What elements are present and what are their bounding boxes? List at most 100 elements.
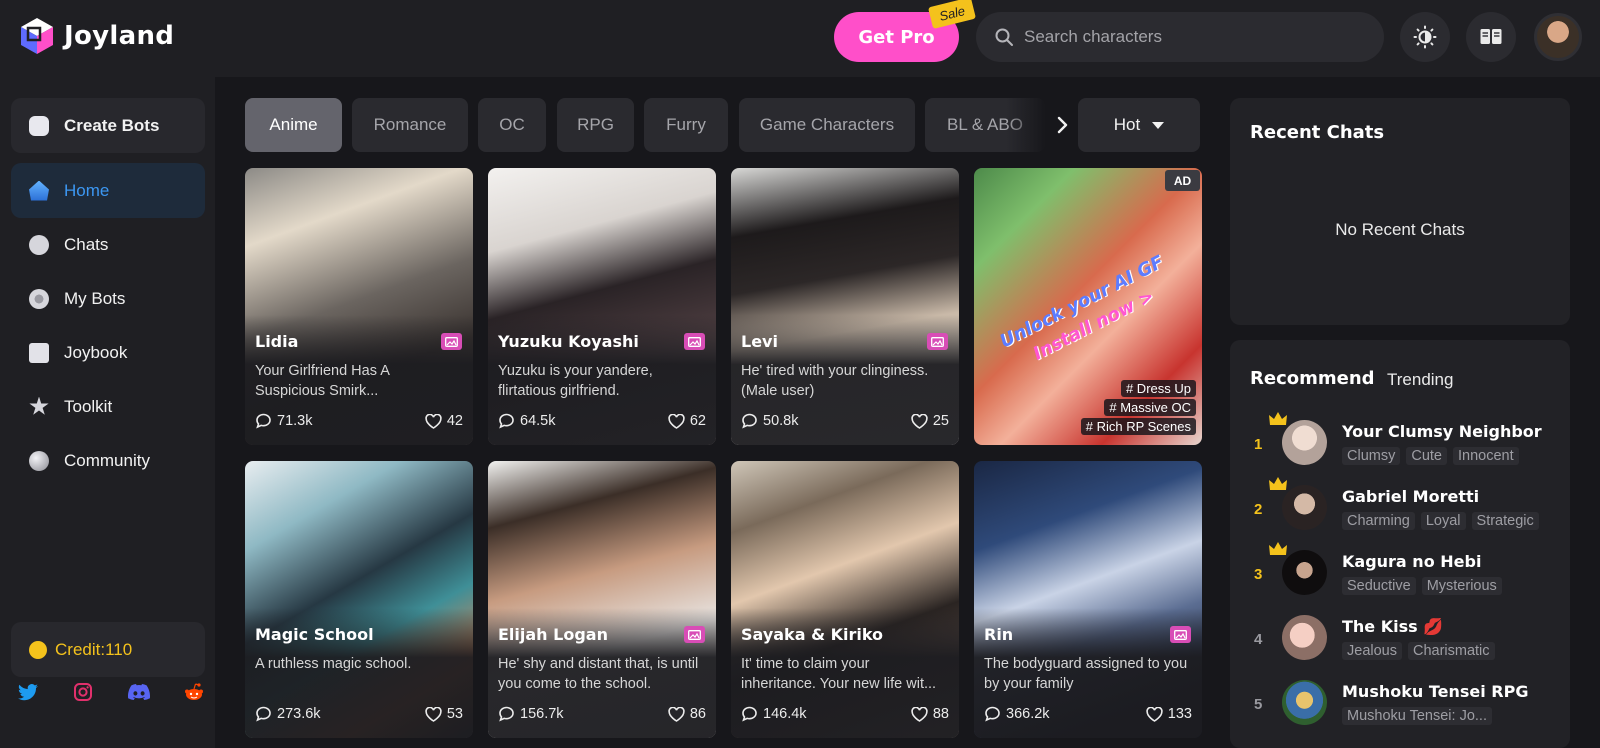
heart-icon [668,706,685,722]
recommend-item[interactable]: 5 Mushoku Tensei RPG Mushoku Tensei: Jo.… [1250,674,1560,732]
social-links [16,680,206,704]
tab-recommend[interactable]: Recommend [1250,368,1375,389]
tab-oc[interactable]: OC [478,98,546,152]
chat-count: 273.6k [255,706,321,722]
sidebar-item-chats[interactable]: Chats [11,217,205,272]
instagram-icon[interactable] [71,680,95,704]
sidebar-item-my-bots[interactable]: My Bots [11,271,205,326]
rank-number: 2 [1254,501,1263,518]
tab-romance[interactable]: Romance [352,98,468,152]
avatar [1282,615,1327,660]
chat-count-value: 64.5k [520,413,556,429]
character-card[interactable]: Rin The bodyguard assigned to you by you… [974,461,1202,738]
user-avatar[interactable] [1534,13,1582,61]
sort-dropdown[interactable]: Hot [1078,98,1200,152]
ad-promo-text: Unlock your AI GF Install now > [975,239,1202,389]
recommend-name: Gabriel Moretti [1342,487,1480,506]
rank-number: 5 [1254,696,1263,713]
tabs-next-button[interactable] [1050,110,1074,140]
create-bots-label: Create Bots [64,115,160,135]
tab-game-characters[interactable]: Game Characters [739,98,915,152]
crown-icon [1269,542,1287,555]
sidebar-item-home[interactable]: Home [11,163,205,218]
tag-list: Jealous Charismatic [1342,642,1495,660]
tag: Charismatic [1407,642,1495,660]
tag: Clumsy [1342,447,1401,465]
credit-label: Credit:110 [55,639,133,659]
chat-count: 50.8k [741,413,798,429]
sidebar-item-joybook[interactable]: Joybook [11,325,205,380]
card-stats: 71.3k 42 [255,412,463,430]
create-bots-button[interactable]: Create Bots [11,98,205,153]
character-card[interactable]: Magic School A ruthless magic school. 27… [245,461,473,738]
tag: Cute [1406,447,1447,465]
character-card[interactable]: Yuzuku Koyashi Yuzuku is your yandere, f… [488,168,716,445]
reddit-icon[interactable] [182,680,206,704]
like-count[interactable]: 133 [1146,706,1192,722]
character-card[interactable]: Lidia Your Girlfriend Has A Suspicious S… [245,168,473,445]
theme-toggle-button[interactable] [1400,12,1450,62]
discord-icon[interactable] [127,680,151,704]
chat-bubble-icon [256,413,271,429]
tag: Seductive [1342,577,1416,595]
like-count[interactable]: 86 [668,706,706,722]
bot-icon [29,288,49,309]
card-stats: 64.5k 62 [498,412,706,430]
tag: Mushoku Tensei: Jo... [1342,707,1492,725]
credit-balance[interactable]: Credit:110 [11,622,205,677]
heart-icon [425,706,442,722]
recommend-name: Kagura no Hebi [1342,552,1482,571]
tab-anime[interactable]: Anime [245,98,342,152]
tag-list: Clumsy Cute Innocent [1342,447,1519,465]
crown-icon [1269,477,1287,490]
recommend-item[interactable]: 2 Gabriel Moretti Charming Loyal Strateg… [1250,477,1560,537]
image-badge-icon [684,626,705,643]
like-count-value: 86 [689,706,706,722]
sidebar-item-label: Community [64,450,150,470]
twitter-icon[interactable] [16,680,40,704]
recommend-item[interactable]: 4 The Kiss 💋 Jealous Charismatic [1250,609,1560,667]
like-count[interactable]: 53 [425,706,463,722]
card-stats: 366.2k 133 [984,705,1192,723]
like-count[interactable]: 42 [425,413,463,429]
avatar [1282,485,1327,530]
like-count-value: 53 [446,706,463,722]
like-count[interactable]: 88 [911,706,949,722]
sort-label: Hot [1113,115,1141,134]
sidebar-item-label: Chats [64,234,109,254]
chat-bubble-icon [499,413,514,429]
search-bar[interactable] [976,12,1384,62]
tab-trending[interactable]: Trending [1387,370,1453,390]
joybook-header-button[interactable] [1466,12,1516,62]
image-badge-icon [441,333,462,350]
character-card[interactable]: Elijah Logan He' shy and distant that, i… [488,461,716,738]
like-count[interactable]: 62 [668,413,706,429]
chat-bubble-icon [985,706,1000,722]
brand-logo[interactable]: Joyland [18,16,174,56]
image-badge-icon [927,333,948,350]
ad-features: # Dress Up # Massive OC # Rich RP Scenes [1060,380,1196,435]
like-count[interactable]: 25 [911,413,949,429]
joyland-logo-icon [21,18,53,54]
heart-icon [1146,706,1163,722]
sidebar-item-community[interactable]: Community [11,433,205,488]
recommend-name: Mushoku Tensei RPG [1342,682,1529,701]
chat-count-value: 273.6k [277,706,321,722]
sidebar-item-toolkit[interactable]: Toolkit [11,379,205,434]
search-input[interactable] [1024,27,1354,47]
heart-icon [425,413,442,429]
ad-card[interactable]: AD Unlock your AI GF Install now > # Dre… [974,168,1202,445]
tag: Strategic [1471,512,1539,530]
recent-chats-panel: Recent Chats No Recent Chats [1230,98,1570,325]
recommend-item[interactable]: 1 Your Clumsy Neighbor Clumsy Cute Innoc… [1250,412,1560,472]
heart-icon [911,706,928,722]
theme-toggle-icon [1413,25,1437,49]
tab-furry[interactable]: Furry [644,98,728,152]
tab-rpg[interactable]: RPG [557,98,634,152]
character-name: Sayaka & Kiriko [741,625,884,644]
character-card[interactable]: Levi He' tired with your clinginess. (Ma… [731,168,959,445]
chat-icon [29,234,49,255]
character-card[interactable]: Sayaka & Kiriko It' time to claim your i… [731,461,959,738]
caret-down-icon [1152,121,1165,129]
recommend-item[interactable]: 3 Kagura no Hebi Seductive Mysterious [1250,542,1560,602]
